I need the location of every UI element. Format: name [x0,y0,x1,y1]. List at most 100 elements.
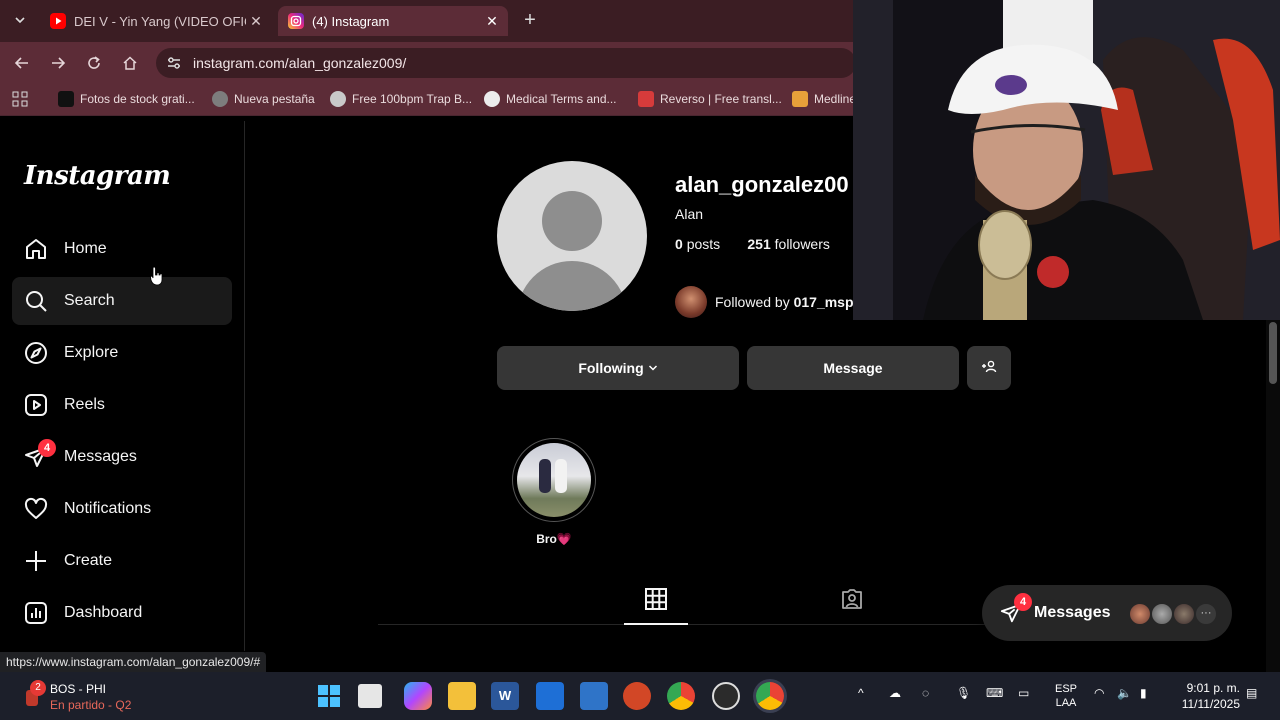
home-icon [24,237,48,261]
word-icon[interactable]: W [491,682,519,710]
page-scrollbar[interactable] [1266,320,1280,672]
close-tab-icon[interactable]: ✕ [246,13,266,30]
sidebar-item-search[interactable]: Search [12,277,232,325]
browser-tab-instagram[interactable]: (4) Instagram ✕ [278,6,508,36]
followed-by-user: 017_msp [793,294,854,310]
volume-icon[interactable]: 🔈 [1117,686,1132,700]
tab-search-chevron-icon[interactable] [8,8,32,32]
widget-badge: 2 [30,680,46,696]
chrome-active-icon[interactable] [756,682,784,710]
reload-icon[interactable] [82,51,106,75]
url-text: instagram.com/alan_gonzalez009/ [193,55,407,71]
highlight-label: Bro💗 [536,532,572,546]
widget-subtitle: En partido - Q2 [50,698,132,712]
copilot-icon[interactable] [404,682,432,710]
avatar-head-shape [542,191,602,251]
bookmark-item[interactable]: Free 100bpm Trap B... [330,91,472,107]
language-indicator[interactable]: ESP LAA [1052,682,1080,710]
forward-arrow-icon[interactable] [46,51,70,75]
tray-overflow-chevron-icon[interactable]: ^ [858,686,864,700]
followers-label[interactable]: followers [775,236,830,252]
mutual-follower-avatar [675,286,707,318]
tab-posts-grid[interactable] [624,588,688,625]
sidebar-item-label: Explore [64,344,119,361]
bookmark-item[interactable]: Medline [792,91,856,107]
keyboard-icon[interactable]: ⌨ [986,686,1003,700]
sidebar-item-label: Home [64,240,107,257]
instagram-logo[interactable]: Instagram [24,161,171,191]
tab-tagged[interactable] [820,588,884,625]
calendar-icon[interactable] [580,682,608,710]
followed-by-row[interactable]: Followed by 017_msp [675,286,854,318]
battery-icon[interactable]: ▮ [1140,686,1147,700]
bookmark-label: Medline [814,92,857,106]
widget-title: BOS - PHI [50,682,107,696]
sidebar-item-reels[interactable]: Reels [12,381,232,429]
followers-count[interactable]: 251 [747,236,770,252]
site-settings-icon[interactable] [166,55,182,71]
wifi-icon[interactable]: ◠ [1094,686,1104,700]
hand-cursor-icon [150,266,164,286]
apps-grid-icon[interactable] [12,91,28,107]
home-button-icon[interactable] [118,51,142,75]
sidebar-item-messages[interactable]: 4 Messages [12,433,232,481]
back-arrow-icon[interactable] [10,51,34,75]
reverso-icon [638,91,654,107]
bookmark-item[interactable]: Nueva pestaña [212,91,315,107]
sync-icon[interactable]: ◌ [922,686,929,700]
powerpoint-icon[interactable] [623,682,651,710]
story-highlight[interactable] [512,438,596,522]
windows-start-icon[interactable] [315,682,343,710]
browser-tab-youtube[interactable]: DEI V - Yin Yang (VIDEO OFICIAL) ✕ [40,6,272,36]
windows-taskbar: 2 BOS - PHI En partido - Q2 W ^ ☁ ◌ 🎙 ⌨ … [0,672,1280,720]
plus-icon [24,549,48,573]
webcam-overlay [853,0,1280,320]
clock[interactable]: 9:01 p. m. 11/11/2025 [1170,680,1240,712]
sidebar-item-label: Reels [64,396,105,413]
sidebar-item-home[interactable]: Home [12,225,232,273]
microsoft-store-icon[interactable] [536,682,564,710]
posts-count: 0 [675,236,683,252]
highlight-person-shape [555,459,567,493]
messages-badge: 4 [38,439,56,457]
sidebar-item-dashboard[interactable]: Dashboard [12,589,232,637]
onedrive-icon[interactable]: ☁ [889,686,901,700]
scrollbar-thumb[interactable] [1269,322,1277,384]
chrome-icon[interactable] [667,682,695,710]
sidebar-item-create[interactable]: Create [12,537,232,585]
add-person-icon [981,359,997,378]
followed-by-prefix: Followed by [715,294,790,310]
bookmark-item[interactable]: Reverso | Free transl... [638,91,782,107]
bookmark-item[interactable]: Medical Terms and... [484,91,617,107]
status-bar-url: https://www.instagram.com/alan_gonzalez0… [0,652,267,672]
globe-icon [212,91,228,107]
conversation-avatar [1172,602,1196,626]
bookmark-label: Reverso | Free transl... [660,92,782,106]
taskview-icon[interactable] [358,684,382,708]
suggested-users-button[interactable] [967,346,1011,390]
profile-avatar[interactable] [497,161,647,311]
address-bar[interactable]: instagram.com/alan_gonzalez009/ [156,48,856,78]
close-tab-icon[interactable]: ✕ [482,13,502,30]
following-button[interactable]: Following [497,346,739,390]
sidebar-item-notifications[interactable]: Notifications [12,485,232,533]
dashboard-icon [24,601,48,625]
microphone-icon[interactable]: 🎙 [956,686,971,700]
floating-messages-button[interactable]: 4 Messages ··· [982,585,1232,641]
tab-title: (4) Instagram [312,13,390,29]
profile-stats: 0 posts 251 followers 79 [675,236,873,252]
bookmark-label: Nueva pestaña [234,92,315,106]
weather-widget[interactable]: 2 BOS - PHI En partido - Q2 [22,680,162,714]
new-tab-button[interactable]: + [518,10,542,32]
floating-messages-badge: 4 [1014,593,1032,611]
obs-icon[interactable] [712,682,740,710]
grid-icon [645,588,667,623]
file-explorer-icon[interactable] [448,682,476,710]
notification-center-icon[interactable]: ▤ [1246,686,1257,700]
message-button[interactable]: Message [747,346,959,390]
highlight-cover-image [517,443,591,517]
sidebar-item-explore[interactable]: Explore [12,329,232,377]
display-icon[interactable]: ▭ [1018,686,1029,700]
heart-icon [24,497,48,521]
bookmark-item[interactable]: Fotos de stock grati... [58,91,195,107]
